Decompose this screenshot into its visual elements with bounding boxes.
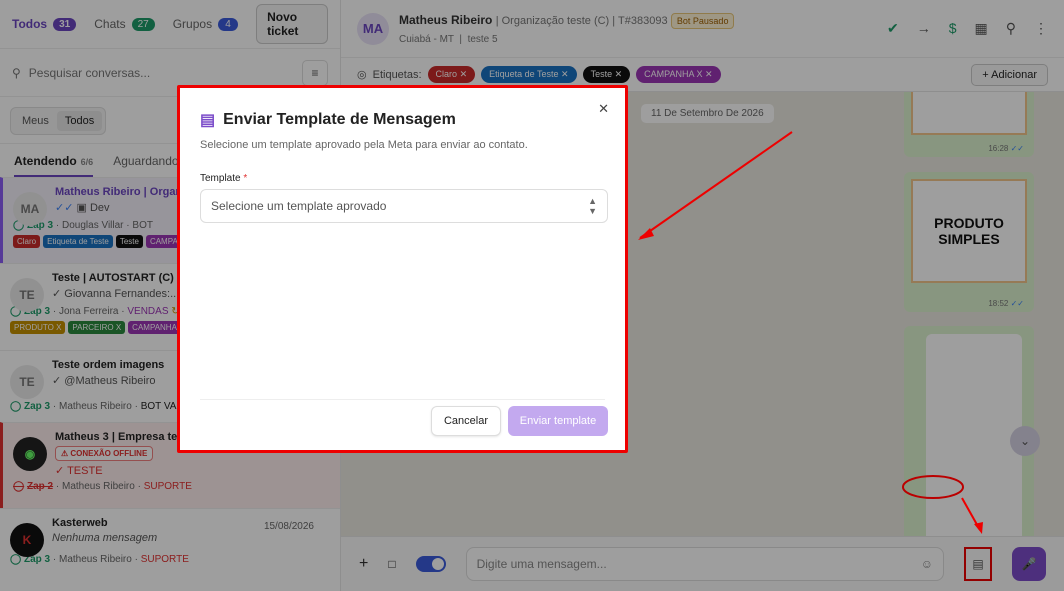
template-modal: ▤ Enviar Template de Mensagem ✕ Selecione… (177, 85, 628, 453)
divider (200, 399, 605, 400)
send-template-button[interactable]: Enviar template (508, 406, 608, 436)
modal-description: Selecione um template aprovado pela Meta… (200, 139, 528, 151)
cancel-button[interactable]: Cancelar (431, 406, 501, 436)
modal-title: Enviar Template de Mensagem (223, 111, 456, 128)
template-label: Template * (200, 173, 248, 184)
template-select[interactable]: Selecione um template aprovado ▲ ▼ (200, 189, 608, 223)
document-icon: ▤ (200, 112, 216, 129)
chevron-updown-icon: ▲ ▼ (588, 196, 597, 216)
close-icon[interactable]: ✕ (598, 101, 609, 117)
